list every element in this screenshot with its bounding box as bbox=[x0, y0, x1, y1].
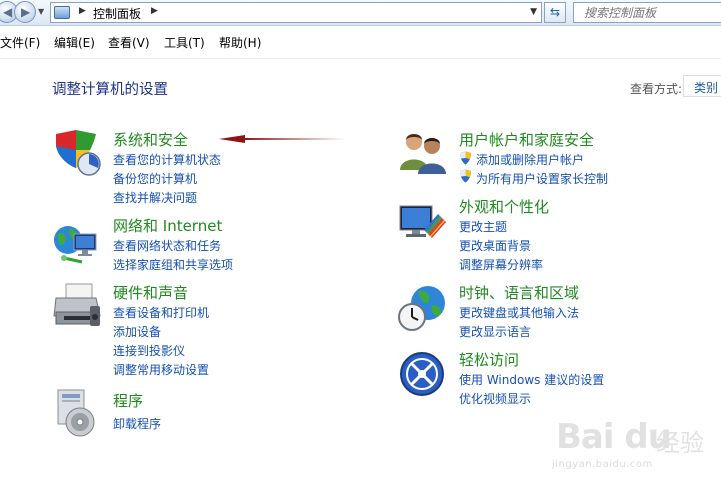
user-accounts-icon[interactable] bbox=[398, 128, 448, 178]
appearance-display-icon[interactable] bbox=[398, 200, 448, 250]
link-optimize-video[interactable]: 优化视频显示 bbox=[459, 390, 531, 407]
uac-shield-icon bbox=[460, 151, 471, 165]
annotation-arrow-icon bbox=[219, 135, 345, 143]
link-connect-projector[interactable]: 连接到投影仪 bbox=[113, 342, 185, 359]
link-change-keyboard[interactable]: 更改键盘或其他输入法 bbox=[459, 304, 579, 321]
link-troubleshoot[interactable]: 查找并解决问题 bbox=[113, 189, 197, 206]
programs-disc-icon[interactable] bbox=[52, 388, 102, 438]
refresh-icon: ⇆ bbox=[549, 5, 561, 19]
category-programs[interactable]: 程序 bbox=[113, 390, 143, 411]
link-change-background[interactable]: 更改桌面背景 bbox=[459, 237, 531, 254]
menu-tools[interactable]: 工具(T) bbox=[164, 34, 205, 51]
menu-file[interactable]: 文件(F) bbox=[0, 34, 40, 51]
forward-arrow-icon: ▶ bbox=[21, 5, 31, 19]
link-mobility-settings[interactable]: 调整常用移动设置 bbox=[113, 361, 209, 378]
breadcrumb-arrow-icon[interactable]: ▶ bbox=[79, 6, 86, 16]
recent-pages-chevron-icon[interactable]: ▼ bbox=[38, 7, 44, 16]
category-network[interactable]: 网络和 Internet bbox=[113, 215, 222, 236]
refresh-button[interactable]: ⇆ bbox=[544, 2, 566, 23]
back-arrow-icon: ◀ bbox=[3, 5, 13, 19]
view-by-select[interactable]: 类别 bbox=[683, 75, 721, 97]
menu-view[interactable]: 查看(V) bbox=[108, 34, 150, 51]
network-globe-icon[interactable] bbox=[52, 218, 102, 268]
menu-edit[interactable]: 编辑(E) bbox=[54, 34, 95, 51]
watermark-logo: Bai du bbox=[556, 417, 672, 457]
category-clock-language[interactable]: 时钟、语言和区域 bbox=[459, 282, 579, 303]
system-security-shield-icon[interactable] bbox=[52, 128, 102, 178]
link-devices-printers[interactable]: 查看设备和打印机 bbox=[113, 304, 209, 321]
forward-button[interactable]: ▶ bbox=[14, 1, 36, 23]
link-parental-controls[interactable]: 为所有用户设置家长控制 bbox=[476, 170, 608, 187]
address-dropdown-icon[interactable]: ▼ bbox=[530, 7, 537, 17]
hardware-printer-icon[interactable] bbox=[52, 282, 102, 332]
view-by-label: 查看方式: bbox=[630, 82, 683, 96]
link-screen-resolution[interactable]: 调整屏幕分辨率 bbox=[459, 256, 543, 273]
category-ease-of-access[interactable]: 轻松访问 bbox=[459, 349, 519, 370]
breadcrumb-arrow-icon[interactable]: ▶ bbox=[151, 6, 158, 16]
ease-of-access-icon[interactable] bbox=[398, 350, 448, 400]
category-user-accounts[interactable]: 用户帐户和家庭安全 bbox=[459, 129, 594, 150]
divider bbox=[0, 58, 721, 59]
category-hardware[interactable]: 硬件和声音 bbox=[113, 282, 188, 303]
watermark-url: jingyan.baidu.com bbox=[552, 459, 653, 470]
link-recommended-settings[interactable]: 使用 Windows 建议的设置 bbox=[459, 371, 604, 388]
link-change-theme[interactable]: 更改主题 bbox=[459, 218, 507, 235]
control-panel-icon bbox=[54, 6, 70, 19]
link-add-device[interactable]: 添加设备 bbox=[113, 323, 161, 340]
clock-globe-icon[interactable] bbox=[398, 283, 448, 333]
uac-shield-icon bbox=[460, 169, 471, 183]
search-input[interactable] bbox=[574, 3, 721, 22]
watermark-text: 经验 bbox=[656, 429, 704, 457]
breadcrumb-control-panel[interactable]: 控制面板 bbox=[93, 5, 141, 22]
path-box[interactable]: ▶ 控制面板 ▶ ▼ bbox=[50, 2, 542, 23]
menu-bar: 文件(F) 编辑(E) 查看(V) 工具(T) 帮助(H) bbox=[0, 32, 721, 52]
link-change-display-language[interactable]: 更改显示语言 bbox=[459, 323, 531, 340]
menu-help[interactable]: 帮助(H) bbox=[219, 34, 261, 51]
link-network-status[interactable]: 查看网络状态和任务 bbox=[113, 237, 221, 254]
address-bar: ◀ ▶ ▼ ▶ 控制面板 ▶ ▼ ⇆ bbox=[0, 0, 721, 26]
link-homegroup-sharing[interactable]: 选择家庭组和共享选项 bbox=[113, 256, 233, 273]
link-add-remove-users[interactable]: 添加或删除用户帐户 bbox=[476, 151, 584, 168]
link-uninstall-program[interactable]: 卸载程序 bbox=[113, 415, 161, 432]
search-box[interactable] bbox=[573, 2, 721, 23]
baidu-watermark: Bai du 经验 jingyan.baidu.com bbox=[548, 415, 718, 477]
category-appearance[interactable]: 外观和个性化 bbox=[459, 196, 549, 217]
link-backup-computer[interactable]: 备份您的计算机 bbox=[113, 170, 197, 187]
link-view-computer-status[interactable]: 查看您的计算机状态 bbox=[113, 151, 221, 168]
category-system-security[interactable]: 系统和安全 bbox=[113, 129, 188, 150]
page-title: 调整计算机的设置 bbox=[52, 82, 168, 98]
